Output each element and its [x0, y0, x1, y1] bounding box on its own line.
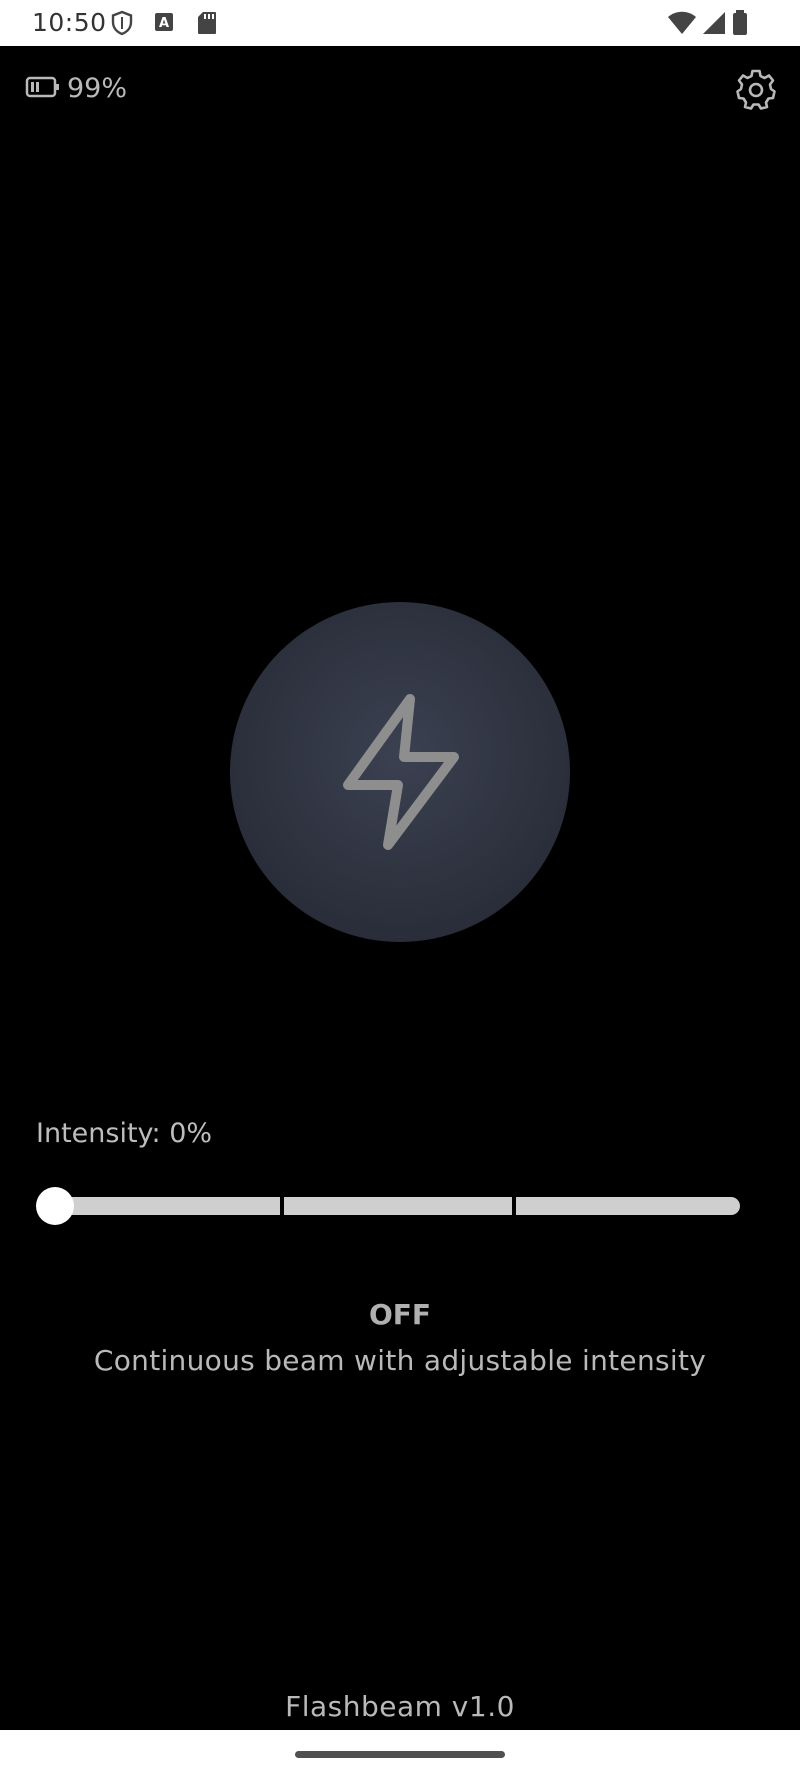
shield-icon — [110, 10, 134, 40]
battery-low-icon — [25, 75, 61, 103]
sd-card-icon — [197, 11, 217, 39]
intensity-label: Intensity: 0% — [36, 1118, 213, 1149]
app-version: Flashbeam v1.0 — [285, 1690, 515, 1723]
settings-button[interactable] — [735, 68, 777, 110]
mode-description: Continuous beam with adjustable intensit… — [93, 1344, 707, 1377]
slider-track — [52, 1197, 740, 1215]
intensity-slider[interactable] — [36, 1186, 748, 1226]
battery-indicator: 99% — [25, 73, 127, 104]
gear-icon — [736, 69, 776, 110]
slider-thumb[interactable] — [36, 1187, 74, 1225]
status-bar: 10:50 A — [0, 0, 800, 46]
status-time: 10:50 — [32, 8, 107, 37]
battery-full-icon — [732, 10, 748, 40]
slider-tick — [280, 1194, 284, 1218]
flashlight-state: OFF — [368, 1298, 432, 1331]
battery-percent: 99% — [67, 73, 128, 104]
app-screen: 10:50 A 99% Intensity: 0% OFF Continuous… — [0, 0, 800, 1778]
cell-signal-icon — [702, 11, 726, 39]
a-badge-icon: A — [154, 12, 174, 36]
home-gesture-handle[interactable] — [295, 1751, 505, 1758]
status-indicators — [668, 10, 748, 40]
navigation-bar — [0, 1730, 800, 1778]
flashlight-toggle-button[interactable] — [230, 602, 570, 942]
wifi-icon — [668, 11, 696, 39]
lightning-bolt-icon — [343, 694, 459, 850]
slider-tick — [512, 1194, 516, 1218]
svg-text:A: A — [159, 16, 169, 31]
